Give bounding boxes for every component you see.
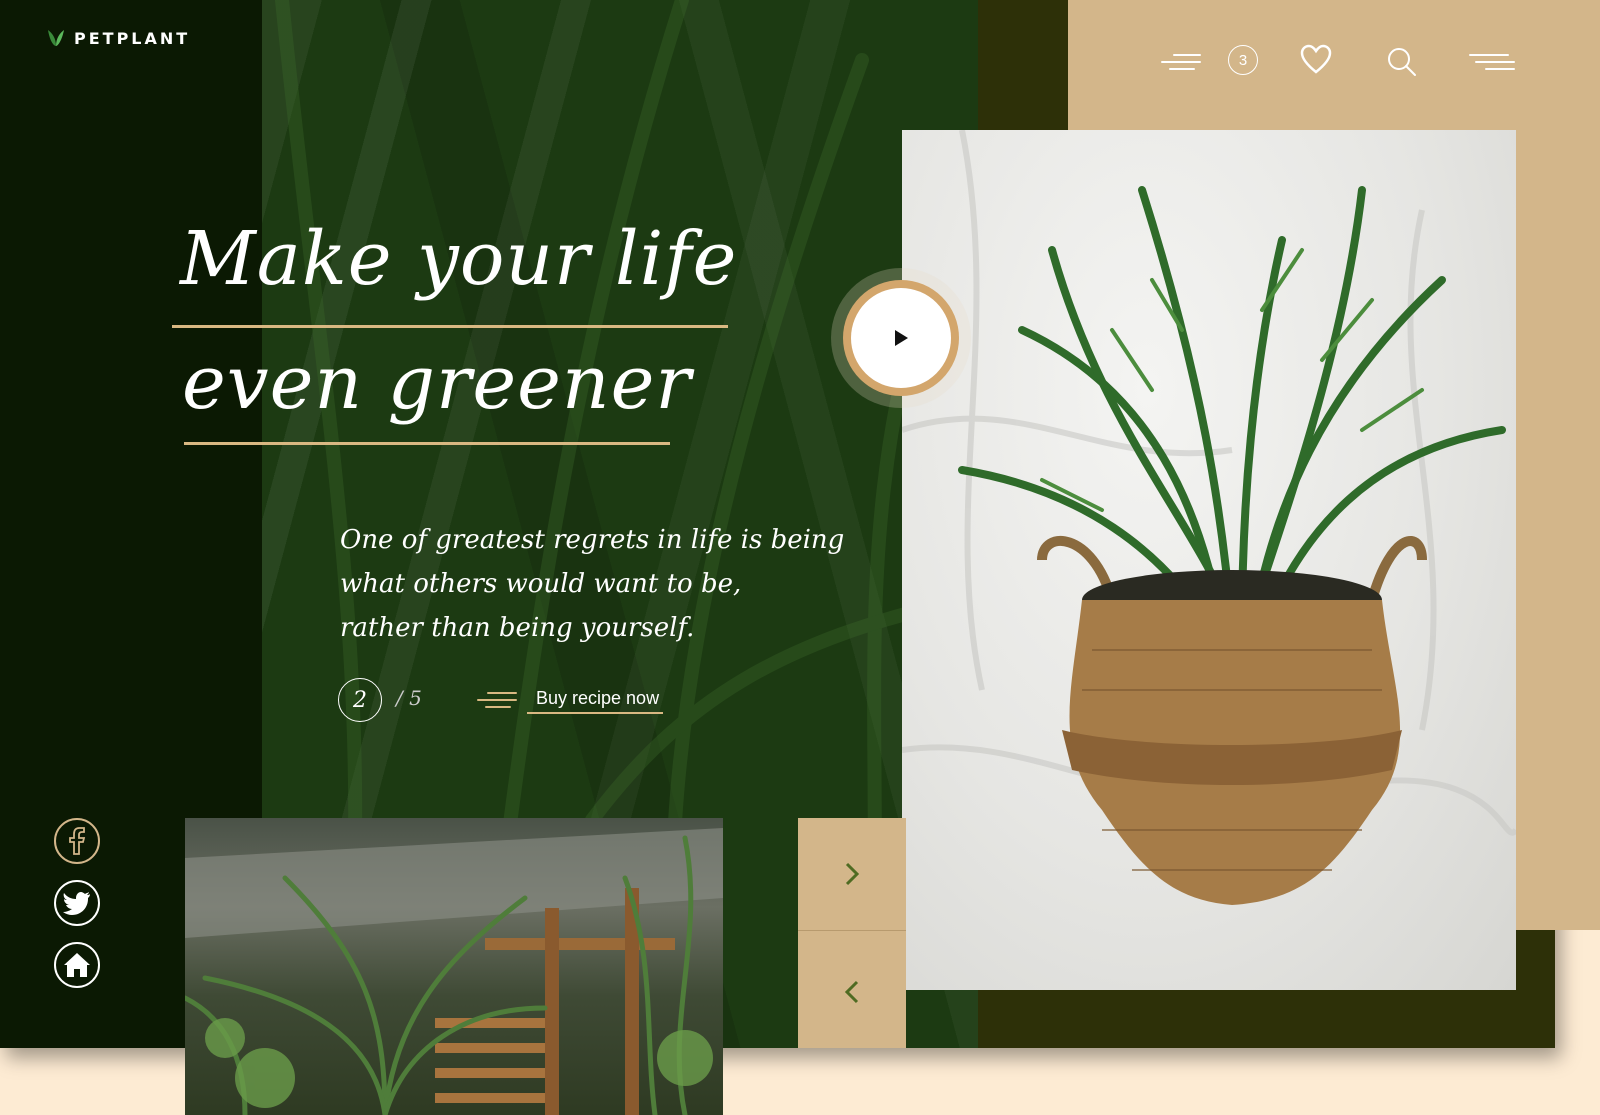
prev-slide-button[interactable] [798, 936, 906, 1048]
facebook-icon [69, 827, 86, 855]
hero-title-line-2: even greener [182, 340, 692, 426]
filter-lines-icon[interactable] [1160, 52, 1202, 72]
buy-recipe-link[interactable]: Buy recipe now [536, 688, 659, 709]
next-slide-button[interactable] [798, 818, 906, 930]
menu-icon[interactable] [1468, 52, 1516, 72]
total-pages: / 5 [396, 686, 422, 710]
quote-line-2: what others would want to be, [340, 569, 742, 599]
leaf-logo-icon [48, 30, 64, 46]
facebook-link[interactable] [54, 818, 100, 864]
chevron-left-icon [844, 980, 859, 1004]
greenhouse-image [185, 818, 723, 1115]
quote-line-1: One of greatest regrets in life is being [340, 525, 845, 555]
cart-count-badge[interactable]: 3 [1228, 45, 1258, 75]
current-page-indicator[interactable]: 2 [338, 678, 382, 722]
brand-logo[interactable]: PETPLANT [46, 28, 190, 48]
nav-divider [798, 930, 906, 931]
search-icon[interactable] [1386, 46, 1418, 78]
home-icon [64, 953, 90, 977]
twitter-link[interactable] [54, 880, 100, 926]
title-underline-1 [172, 325, 728, 328]
play-icon [895, 330, 908, 346]
play-video-button[interactable] [851, 288, 951, 388]
hero-quote: One of greatest regrets in life is being… [340, 518, 860, 650]
potted-plant-image [902, 130, 1516, 990]
brand-name: PETPLANT [74, 28, 191, 48]
home-link[interactable] [54, 942, 100, 988]
cta-underline [527, 712, 663, 714]
title-underline-2 [184, 442, 670, 445]
heart-icon[interactable] [1300, 44, 1332, 76]
quote-line-3: rather than being yourself. [340, 613, 695, 643]
slider-nav [798, 818, 906, 1048]
cta-lines-icon [477, 692, 517, 708]
hero-title-line-1: Make your life [180, 216, 738, 302]
twitter-icon [63, 892, 90, 915]
chevron-right-icon [845, 862, 860, 886]
